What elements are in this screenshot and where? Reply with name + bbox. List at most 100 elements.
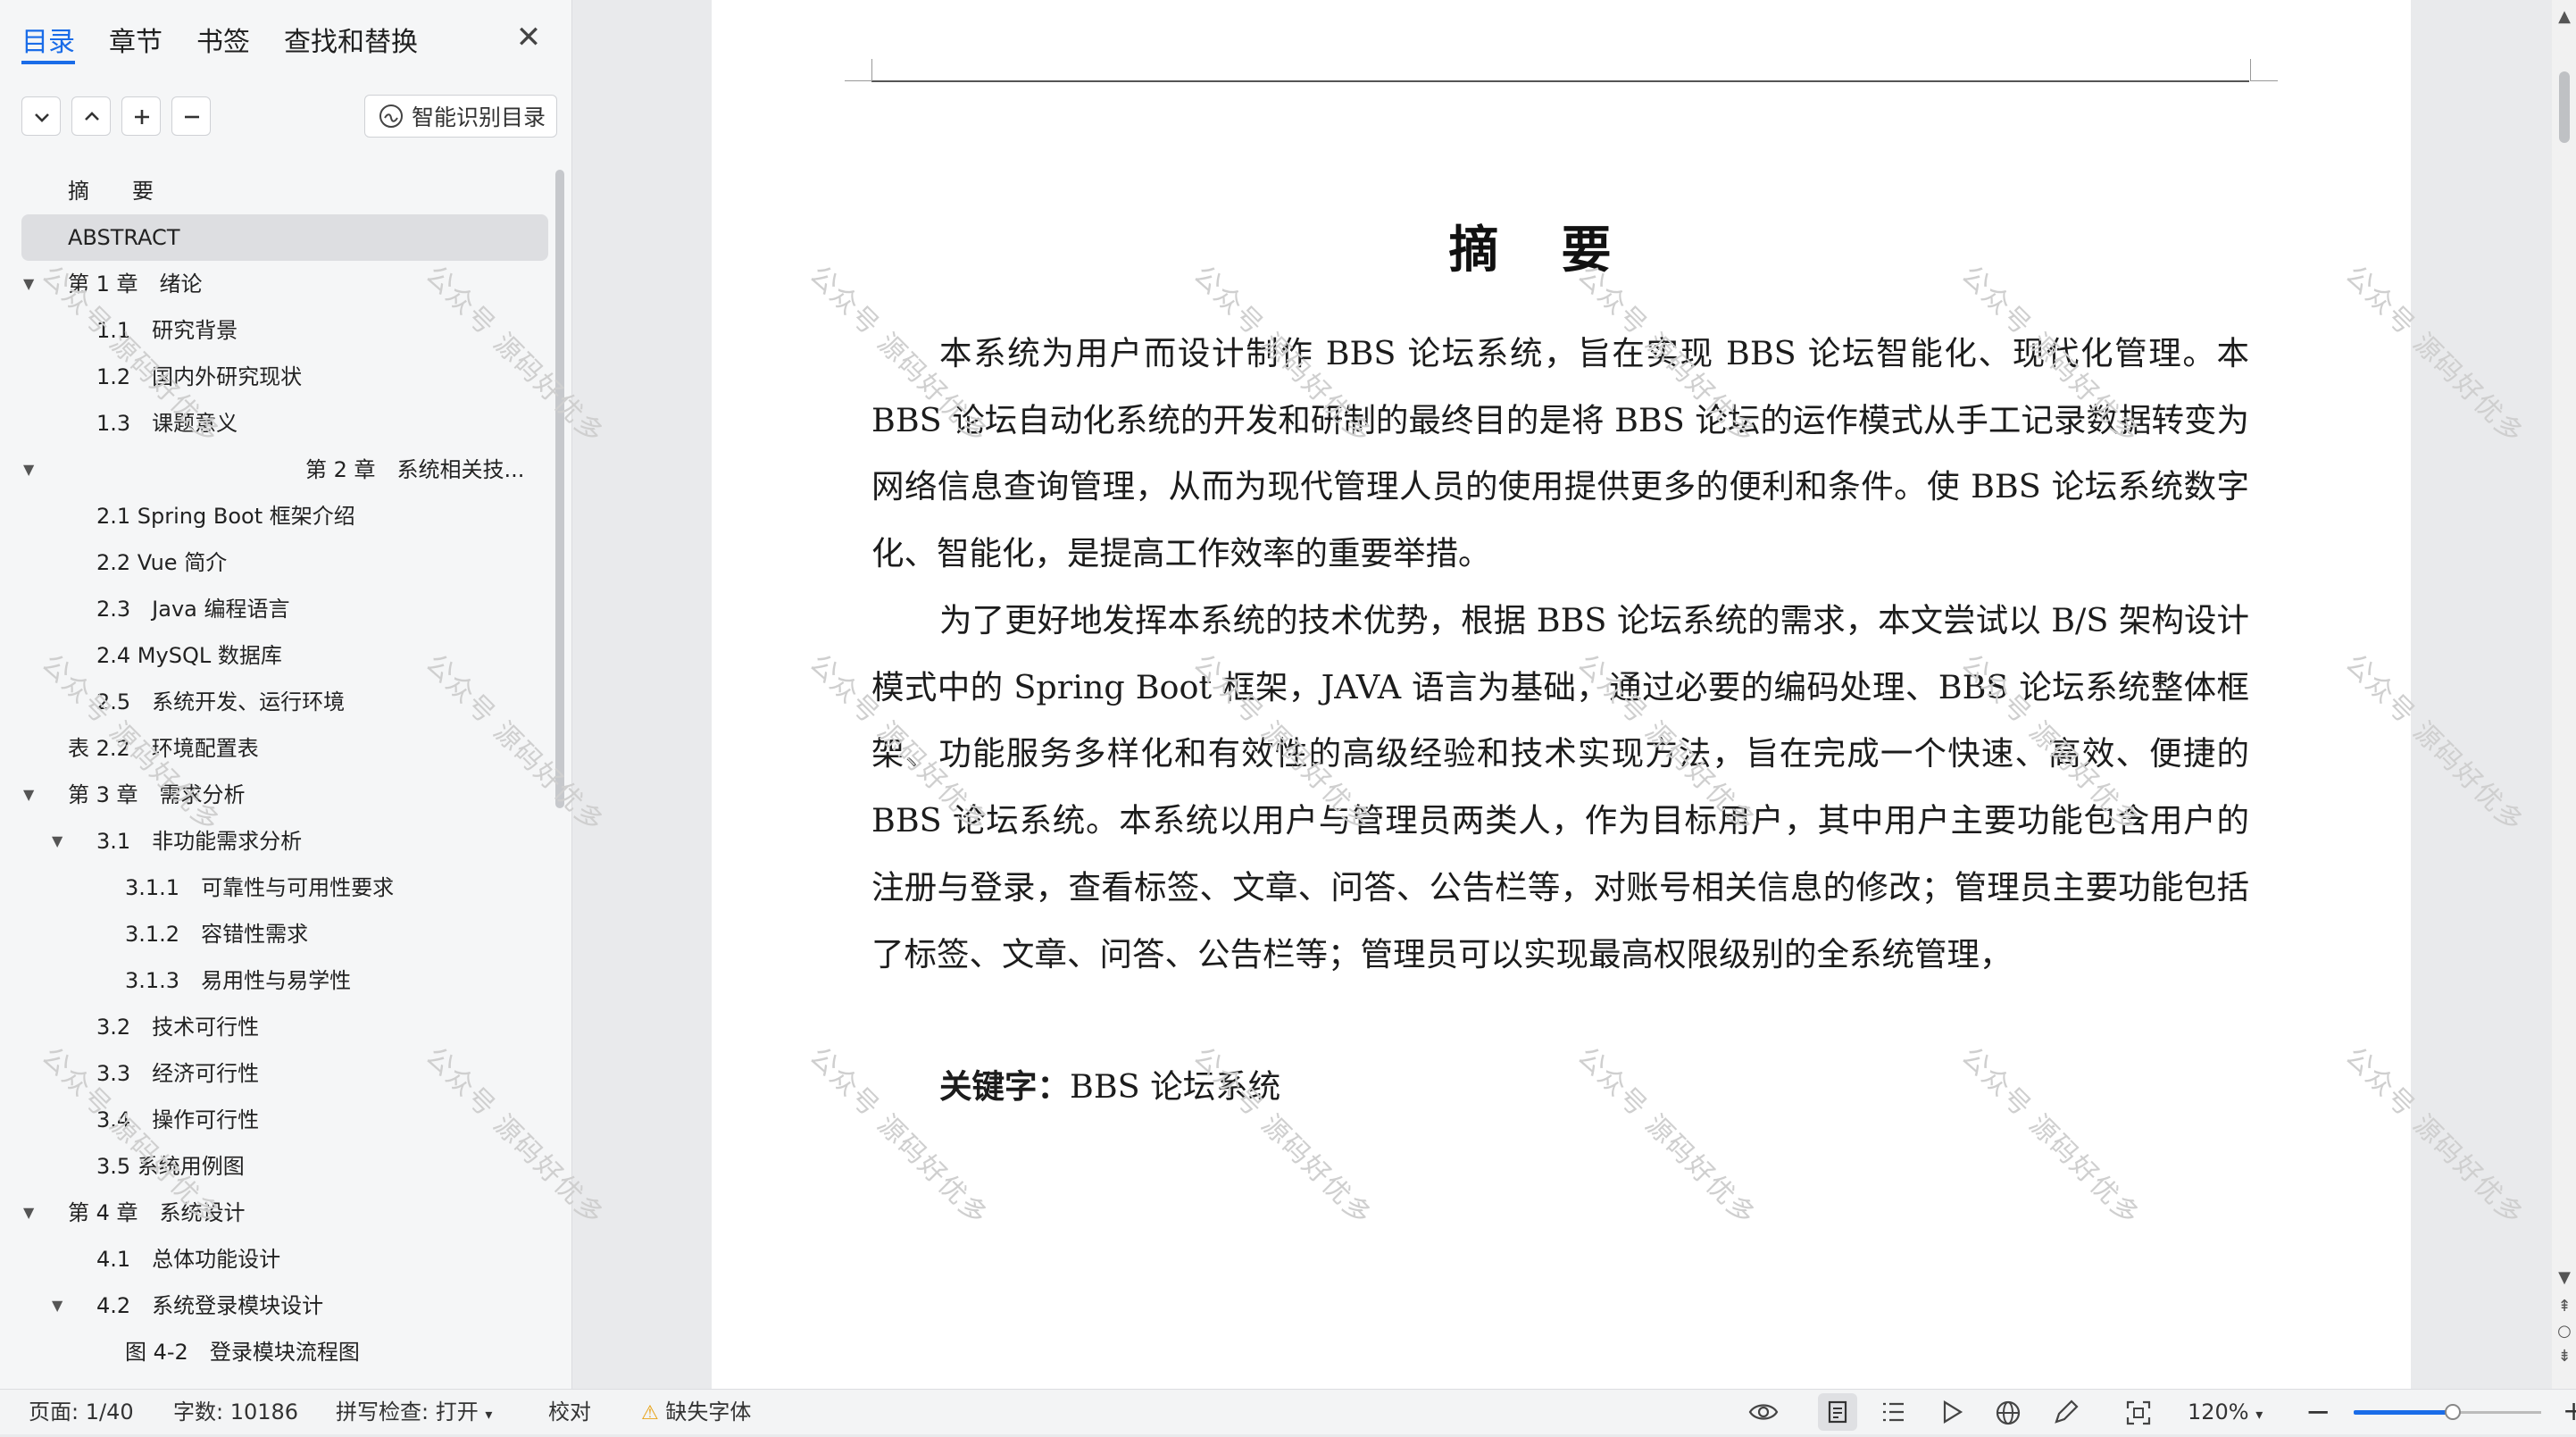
toc-scrollbar[interactable]	[555, 170, 564, 808]
expand-arrow-icon[interactable]: ▼	[23, 447, 34, 493]
zoom-slider-knob[interactable]	[2445, 1404, 2462, 1420]
toc-item[interactable]: ▼ 3.1 非功能需求分析	[21, 818, 548, 865]
toc-item[interactable]: 3.1.1 可靠性与可用性要求	[21, 865, 548, 911]
toc-item-label: 3.2 技术可行性	[96, 1015, 260, 1040]
add-heading-button[interactable]	[121, 96, 161, 136]
expand-arrow-icon[interactable]: ▼	[52, 818, 63, 865]
pen-icon[interactable]	[2052, 1399, 2079, 1426]
toc-item[interactable]: 2.1 Spring Boot 框架介绍	[21, 493, 548, 539]
toc-item[interactable]: 3.5 系统用例图	[21, 1143, 548, 1190]
next-page-icon[interactable]: ⇟	[2554, 1347, 2575, 1366]
header-rule	[871, 80, 2249, 82]
toc-item[interactable]: 3.3 经济可行性	[21, 1050, 548, 1097]
toc-item[interactable]: 2.5 系统开发、运行环境	[21, 679, 548, 725]
expand-arrow-icon[interactable]: ▼	[23, 261, 34, 307]
toc-item[interactable]: 3.2 技术可行性	[21, 1004, 548, 1050]
toc-item[interactable]: 4.1 总体功能设计	[21, 1236, 548, 1282]
toc-item[interactable]: 1.3 课题意义	[21, 400, 548, 447]
toc-item-label: 2.2 Vue 简介	[96, 550, 228, 575]
collapse-up-button[interactable]	[71, 96, 111, 136]
word-count[interactable]: 字数: 10186	[173, 1390, 298, 1434]
toc-item[interactable]: 2.4 MySQL 数据库	[21, 632, 548, 679]
plus-icon	[135, 110, 149, 124]
prev-page-icon[interactable]: ⇞	[2554, 1297, 2575, 1316]
expand-arrow-icon[interactable]: ▼	[52, 1282, 63, 1329]
toc-item[interactable]: ▼ 第 4 章 系统设计	[21, 1190, 548, 1236]
expand-arrow-icon[interactable]: ▼	[23, 1190, 34, 1236]
remove-heading-button[interactable]	[171, 96, 211, 136]
toc-item-label: 3.1.1 可靠性与可用性要求	[125, 875, 395, 900]
toc-item[interactable]: 3.4 操作可行性	[21, 1097, 548, 1143]
zoom-slider-fill	[2354, 1410, 2454, 1415]
scroll-down-icon[interactable]: ▼	[2554, 1268, 2575, 1287]
expand-arrow-icon[interactable]: ▼	[23, 772, 34, 818]
abstract-paragraph-2: 为了更好地发挥本系统的技术优势，根据 BBS 论坛系统的需求，本文尝试以 B/S…	[871, 601, 2249, 973]
web-view-icon[interactable]	[1995, 1399, 2022, 1426]
proofread-button[interactable]: 校对	[548, 1390, 591, 1434]
toc-item-label: 摘 要	[68, 179, 154, 204]
zoom-out-button[interactable]: −	[2305, 1390, 2331, 1434]
zoom-dropdown[interactable]: 120% ▾	[2188, 1390, 2263, 1437]
page-title: 摘要	[1448, 221, 1674, 280]
toc-item[interactable]: 表 2.2 环境配置表	[21, 725, 548, 772]
toc-item-label: 3.5 系统用例图	[96, 1154, 245, 1179]
toc-item[interactable]: ▼ 4.2 系统登录模块设计	[21, 1282, 548, 1329]
chevron-up-icon	[85, 112, 99, 121]
toc-item[interactable]: 摘 要	[21, 168, 548, 214]
spell-check-toggle[interactable]: 拼写检查: 打开 ▾	[336, 1390, 492, 1437]
toc-list: 摘 要 ABSTRACT ▼ 第 1 章 绪论 1.1 研究背景 1.2 国内外研究现状 1…	[21, 168, 548, 1375]
toc-item-label: ABSTRACT	[68, 225, 180, 250]
toc-item-label: 2.5 系统开发、运行环境	[96, 689, 346, 714]
tab-toc[interactable]: 目录	[21, 20, 75, 64]
toc-item-label: 图 4-2 登录模块流程图	[125, 1340, 360, 1365]
toc-item-label: 1.2 国内外研究现状	[96, 364, 303, 389]
toc-item[interactable]: 1.2 国内外研究现状	[21, 354, 548, 400]
toc-item-label: 第 1 章 绪论	[68, 272, 203, 297]
toc-item-label: 3.1.3 易用性与易学性	[125, 968, 352, 993]
collapse-down-button[interactable]	[21, 96, 61, 136]
page-corner-mark	[2250, 59, 2278, 81]
toc-panel: 目录 章节 书签 查找和替换 ✕ 智能识别目录 摘 要 ABSTRACT ▼ 第 1 …	[0, 0, 572, 1389]
play-icon[interactable]	[1939, 1399, 1964, 1424]
toc-item[interactable]: 3.1.2 容错性需求	[21, 911, 548, 957]
toc-item[interactable]: ▼ 第 3 章 需求分析	[21, 772, 548, 818]
missing-font-button[interactable]: ⚠ 缺失字体	[641, 1390, 751, 1436]
page-indicator[interactable]: 页面: 1/40	[29, 1390, 134, 1434]
chevron-down-icon: ▾	[485, 1406, 493, 1423]
toc-item[interactable]: ▼ 第 2 章 系统相关技...	[21, 447, 548, 493]
page-view-icon	[1828, 1400, 1847, 1424]
toc-item-label: 1.1 研究背景	[96, 318, 238, 343]
zoom-in-button[interactable]: +	[2563, 1390, 2576, 1434]
tab-chapters[interactable]: 章节	[109, 20, 163, 64]
toc-item-label: 3.4 操作可行性	[96, 1107, 260, 1132]
ai-recognize-icon	[379, 104, 403, 128]
smart-toc-button[interactable]: 智能识别目录	[364, 95, 558, 138]
keywords-label: 关键字：	[939, 1067, 1070, 1106]
close-icon[interactable]: ✕	[514, 22, 543, 53]
toc-item[interactable]: 2.2 Vue 简介	[21, 539, 548, 586]
eye-icon[interactable]	[1748, 1399, 1779, 1424]
toc-item[interactable]: 2.3 Java 编程语言	[21, 586, 548, 632]
scroll-up-icon[interactable]: ▲	[2554, 7, 2575, 26]
toc-item[interactable]: 1.1 研究背景	[21, 307, 548, 354]
toc-item[interactable]: ▼ 第 1 章 绪论	[21, 261, 548, 307]
toc-item-label: 1.3 课题意义	[96, 411, 238, 436]
toc-item[interactable]: ABSTRACT	[21, 214, 548, 261]
toc-item[interactable]: 图 4-2 登录模块流程图	[21, 1329, 548, 1375]
outline-view-icon[interactable]	[1880, 1399, 1907, 1424]
page-corner-mark	[845, 59, 872, 81]
document-scrollbar-thumb[interactable]	[2559, 71, 2570, 143]
page-view-button[interactable]	[1818, 1393, 1857, 1431]
tab-find-replace[interactable]: 查找和替换	[284, 20, 418, 64]
zoom-level: 120%	[2188, 1399, 2249, 1424]
tab-bookmarks[interactable]: 书签	[196, 20, 250, 64]
toc-item[interactable]: 3.1.3 易用性与易学性	[21, 957, 548, 1004]
chevron-down-icon: ▾	[2255, 1406, 2263, 1423]
toc-item-label: 第 3 章 需求分析	[68, 782, 246, 807]
select-browse-object-icon[interactable]: ○	[2554, 1322, 2575, 1341]
minus-icon	[185, 115, 199, 119]
document-scrollbar[interactable]	[2552, 0, 2576, 1389]
fit-page-icon[interactable]	[2125, 1399, 2152, 1426]
toc-item-label: 2.4 MySQL 数据库	[96, 643, 282, 668]
keywords-value: BBS 论坛系统	[1070, 1067, 1281, 1106]
